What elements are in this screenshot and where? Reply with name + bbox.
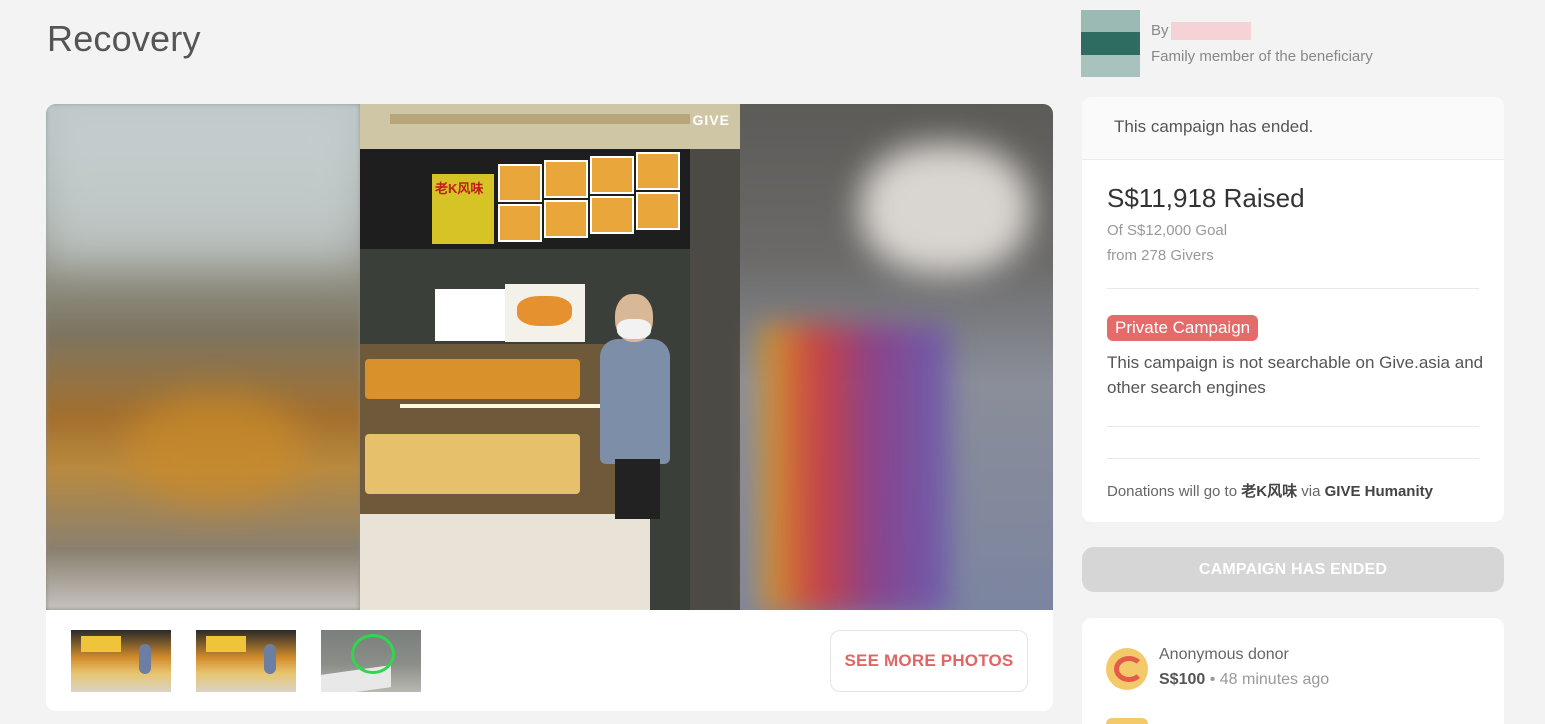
divider bbox=[1107, 288, 1479, 289]
thumbnail-1[interactable] bbox=[71, 630, 171, 692]
organizer-role: Family member of the beneficiary bbox=[1151, 48, 1373, 65]
beneficiary-name[interactable]: 老K风味 bbox=[1241, 483, 1297, 500]
thumbnail-strip: SEE MORE PHOTOS bbox=[46, 610, 1053, 711]
private-campaign-description: This campaign is not searchable on Give.… bbox=[1107, 353, 1484, 397]
donor-list: Anonymous donor S$100 • 48 minutes ago bbox=[1082, 618, 1504, 724]
thumbnail-3[interactable] bbox=[321, 630, 421, 692]
donor-avatar-icon bbox=[1106, 648, 1148, 690]
thumbnail-2[interactable] bbox=[196, 630, 296, 692]
private-campaign-badge: Private Campaign bbox=[1107, 315, 1259, 341]
divider bbox=[1107, 426, 1479, 427]
organizer-avatar[interactable] bbox=[1081, 10, 1140, 77]
hero-main-photo: 老K风味 GIVE bbox=[360, 104, 740, 610]
givers-count: from 278 Givers bbox=[1107, 247, 1214, 264]
hero-blur-left bbox=[46, 104, 360, 610]
hero-image[interactable]: 老K风味 GIVE bbox=[46, 104, 1053, 610]
see-more-photos-button[interactable]: SEE MORE PHOTOS bbox=[830, 630, 1028, 692]
give-watermark: GIVE bbox=[692, 112, 730, 128]
goal-amount: Of S$12,000 Goal bbox=[1107, 222, 1228, 239]
organizer-byline: By bbox=[1151, 22, 1251, 41]
next-donor-avatar-icon bbox=[1106, 718, 1148, 724]
campaign-summary-card: This campaign has ended. S$11,918 Raised… bbox=[1082, 97, 1504, 522]
stall-sign: 老K风味 bbox=[432, 174, 494, 244]
donor-name: Anonymous donor bbox=[1159, 646, 1289, 663]
photo-gallery: 老K风味 GIVE SEE MORE PHOTOS bbox=[46, 104, 1053, 711]
campaign-status: This campaign has ended. bbox=[1082, 97, 1504, 160]
hero-blur-right bbox=[740, 104, 1053, 610]
donor-amount-time: S$100 • 48 minutes ago bbox=[1159, 671, 1330, 688]
platform-name[interactable]: GIVE Humanity bbox=[1325, 483, 1433, 500]
organizer-name-redacted bbox=[1170, 22, 1251, 41]
donation-destination: Donations will go to 老K风味 via GIVE Human… bbox=[1107, 483, 1433, 500]
page-title: Recovery bbox=[47, 18, 201, 59]
amount-raised: S$11,918 Raised bbox=[1107, 183, 1305, 213]
divider bbox=[1107, 458, 1479, 459]
campaign-ended-button[interactable]: CAMPAIGN HAS ENDED bbox=[1082, 547, 1504, 592]
